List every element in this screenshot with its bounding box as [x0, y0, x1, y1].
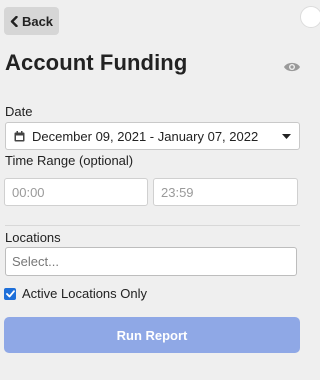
date-label: Date — [5, 104, 33, 119]
page-title: Account Funding — [5, 50, 188, 75]
start-time-input[interactable] — [4, 178, 148, 206]
caret-down-icon — [282, 133, 291, 139]
time-range-label: Time Range (optional) — [5, 153, 134, 168]
chevron-left-icon — [10, 15, 18, 27]
locations-select[interactable] — [5, 247, 297, 276]
calendar-icon — [14, 130, 25, 142]
end-time-input[interactable] — [153, 178, 298, 206]
active-locations-checkbox[interactable] — [4, 288, 16, 300]
section-divider — [5, 225, 300, 226]
back-button[interactable]: Back — [4, 7, 59, 35]
back-button-label: Back — [21, 13, 54, 29]
run-report-label: Run Report — [116, 327, 188, 343]
active-locations-label[interactable]: Active Locations Only — [22, 286, 147, 301]
panel-toggle[interactable] — [300, 6, 320, 28]
date-range-picker[interactable]: December 09, 2021 - January 07, 2022 — [5, 122, 300, 150]
run-report-button[interactable]: Run Report — [4, 317, 300, 353]
checkmark-icon — [5, 290, 15, 298]
eye-icon[interactable] — [283, 60, 301, 74]
locations-label: Locations — [5, 230, 61, 245]
date-range-value: December 09, 2021 - January 07, 2022 — [32, 128, 259, 144]
